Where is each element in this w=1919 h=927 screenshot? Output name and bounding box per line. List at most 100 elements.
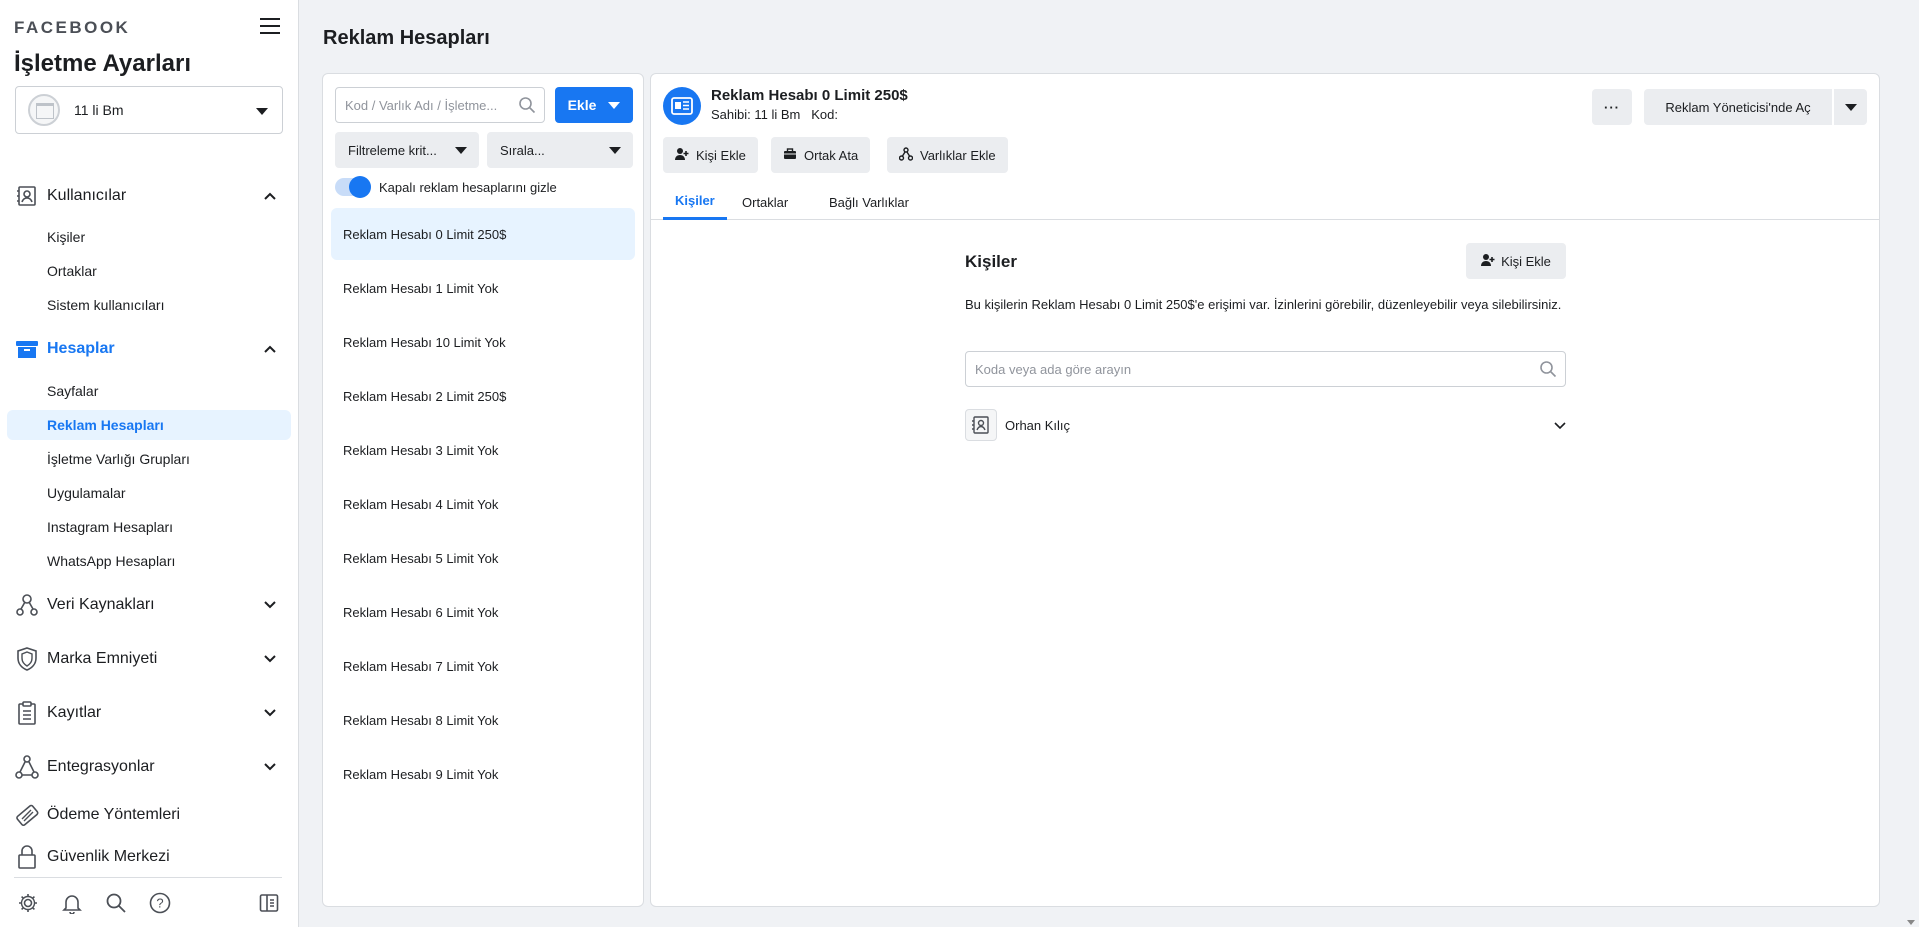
open-in-ads-manager-button[interactable]: Reklam Yöneticisi'nde Aç <box>1644 89 1832 125</box>
sort-label: Sırala... <box>500 142 545 158</box>
gear-icon[interactable] <box>15 890 41 916</box>
menu-icon[interactable] <box>260 18 280 36</box>
caret-down-icon <box>609 147 621 154</box>
people-section-title: Kişiler <box>965 252 1017 271</box>
people-search-box[interactable] <box>965 351 1566 387</box>
sidebar: FACEBOOK İşletme Ayarları 11 li Bm Kulla… <box>0 0 299 927</box>
ad-account-item[interactable]: Reklam Hesabı 5 Limit Yok <box>331 532 635 584</box>
sidebar-section-integrations[interactable]: Entegrasyonlar <box>14 752 284 782</box>
tab-partners[interactable]: Ortaklar <box>730 184 800 220</box>
ad-account-item[interactable]: Reklam Hesabı 6 Limit Yok <box>331 586 635 638</box>
archive-box-icon <box>14 337 40 361</box>
business-name: 11 li Bm <box>74 102 124 118</box>
people-add-person-button[interactable]: Kişi Ekle <box>1466 243 1566 279</box>
ad-account-list-panel: Ekle Filtreleme krit... Sırala... Kapalı… <box>322 73 644 907</box>
sidebar-section-label: Veri Kaynakları <box>47 596 155 613</box>
caret-down-icon <box>1844 103 1857 111</box>
ad-account-detail-panel: Reklam Hesabı 0 Limit 250$ Sahibi: 11 li… <box>650 73 1880 907</box>
ad-account-subtitle: Sahibi: 11 li Bm Kod: <box>711 107 838 122</box>
sidebar-section-label: Güvenlik Merkezi <box>47 848 170 865</box>
sidebar-section-security[interactable]: Güvenlik Merkezi <box>14 842 284 872</box>
add-person-button[interactable]: Kişi Ekle <box>663 137 758 173</box>
briefcase-icon <box>783 147 797 163</box>
tab-linked-assets[interactable]: Bağlı Varlıklar <box>817 184 921 220</box>
panel-toggle-icon[interactable] <box>256 890 282 916</box>
chevron-down-icon <box>260 595 280 615</box>
add-button[interactable]: Ekle <box>555 87 633 123</box>
toggle-label: Kapalı reklam hesaplarını gizle <box>379 179 557 195</box>
search-icon <box>518 96 536 117</box>
person-row[interactable]: Orhan Kılıç <box>965 409 1566 441</box>
credit-card-icon <box>14 803 40 827</box>
ad-account-item[interactable]: Reklam Hesabı 4 Limit Yok <box>331 478 635 530</box>
data-sources-icon <box>14 593 40 617</box>
chevron-up-icon <box>260 186 280 206</box>
add-person-icon <box>675 147 689 164</box>
sidebar-item-pages[interactable]: Sayfalar <box>7 376 291 406</box>
sidebar-item-whatsapp[interactable]: WhatsApp Hesapları <box>7 546 291 576</box>
help-icon[interactable]: ? <box>147 890 173 916</box>
clipboard-icon <box>14 701 40 725</box>
caret-down-icon <box>608 101 621 109</box>
add-assets-button[interactable]: Varlıklar Ekle <box>887 137 1008 173</box>
account-search-box[interactable] <box>335 87 545 123</box>
filter-dropdown[interactable]: Filtreleme krit... <box>335 132 479 168</box>
sidebar-item-instagram[interactable]: Instagram Hesapları <box>7 512 291 542</box>
assign-partner-label: Ortak Ata <box>804 147 859 163</box>
hide-closed-toggle[interactable] <box>335 176 371 198</box>
sidebar-section-logs[interactable]: Kayıtlar <box>14 698 284 728</box>
sidebar-section-accounts[interactable]: Hesaplar <box>14 334 284 364</box>
chevron-down-icon[interactable] <box>1554 418 1566 433</box>
sidebar-section-payments[interactable]: Ödeme Yöntemleri <box>14 800 284 830</box>
sidebar-item-ad-accounts[interactable]: Reklam Hesapları <box>7 410 291 440</box>
business-avatar <box>28 94 60 126</box>
sidebar-section-brand-safety[interactable]: Marka Emniyeti <box>14 644 284 674</box>
sidebar-item-partners[interactable]: Ortaklar <box>7 256 291 286</box>
bell-icon[interactable] <box>59 890 85 916</box>
ad-account-item[interactable]: Reklam Hesabı 3 Limit Yok <box>331 424 635 476</box>
sort-dropdown[interactable]: Sırala... <box>487 132 633 168</box>
add-person-icon <box>1481 253 1495 270</box>
add-assets-label: Varlıklar Ekle <box>920 147 996 163</box>
account-search-input[interactable] <box>345 97 515 113</box>
shield-icon <box>14 647 40 671</box>
add-button-label: Ekle <box>567 97 597 113</box>
sidebar-section-users[interactable]: Kullanıcılar <box>14 181 284 211</box>
sidebar-item-asset-groups[interactable]: İşletme Varlığı Grupları <box>7 444 291 474</box>
lock-icon <box>14 845 40 869</box>
more-options-button[interactable]: ··· <box>1592 89 1632 125</box>
integrations-icon <box>14 755 40 779</box>
ad-account-item[interactable]: Reklam Hesabı 10 Limit Yok <box>331 316 635 368</box>
sidebar-item-people[interactable]: Kişiler <box>7 222 291 252</box>
sidebar-section-label: Kullanıcılar <box>47 187 127 204</box>
chevron-up-icon <box>260 339 280 359</box>
sidebar-item-apps[interactable]: Uygulamalar <box>7 478 291 508</box>
add-person-label: Kişi Ekle <box>696 147 746 163</box>
chevron-down-icon <box>260 703 280 723</box>
ad-account-item[interactable]: Reklam Hesabı 7 Limit Yok <box>331 640 635 692</box>
ad-account-icon <box>663 87 701 125</box>
sidebar-footer: ? <box>14 890 284 916</box>
ad-account-item[interactable]: Reklam Hesabı 9 Limit Yok <box>331 748 635 800</box>
open-options-dropdown[interactable] <box>1834 89 1867 125</box>
users-icon <box>14 184 40 208</box>
search-icon[interactable] <box>103 890 129 916</box>
assign-partner-button[interactable]: Ortak Ata <box>771 137 871 173</box>
ad-account-item[interactable]: Reklam Hesabı 0 Limit 250$ <box>331 208 635 260</box>
sidebar-item-system-users[interactable]: Sistem kullanıcıları <box>7 290 291 320</box>
business-selector[interactable]: 11 li Bm <box>15 86 283 134</box>
brand-logo: FACEBOOK <box>14 18 131 37</box>
sidebar-section-label: Marka Emniyeti <box>47 650 158 667</box>
people-description: Bu kişilerin Reklam Hesabı 0 Limit 250$'… <box>965 297 1562 312</box>
ad-account-item[interactable]: Reklam Hesabı 1 Limit Yok <box>331 262 635 314</box>
people-add-label: Kişi Ekle <box>1501 253 1551 269</box>
scroll-down-arrow[interactable] <box>1907 920 1915 925</box>
filter-label: Filtreleme krit... <box>348 142 437 158</box>
ad-account-item[interactable]: Reklam Hesabı 2 Limit 250$ <box>331 370 635 422</box>
chevron-down-icon <box>260 757 280 777</box>
ad-account-item[interactable]: Reklam Hesabı 8 Limit Yok <box>331 694 635 746</box>
sidebar-section-data-sources[interactable]: Veri Kaynakları <box>14 590 284 620</box>
tab-people[interactable]: Kişiler <box>663 184 727 220</box>
sidebar-section-label: Entegrasyonlar <box>47 758 155 775</box>
people-search-input[interactable] <box>975 361 1525 377</box>
